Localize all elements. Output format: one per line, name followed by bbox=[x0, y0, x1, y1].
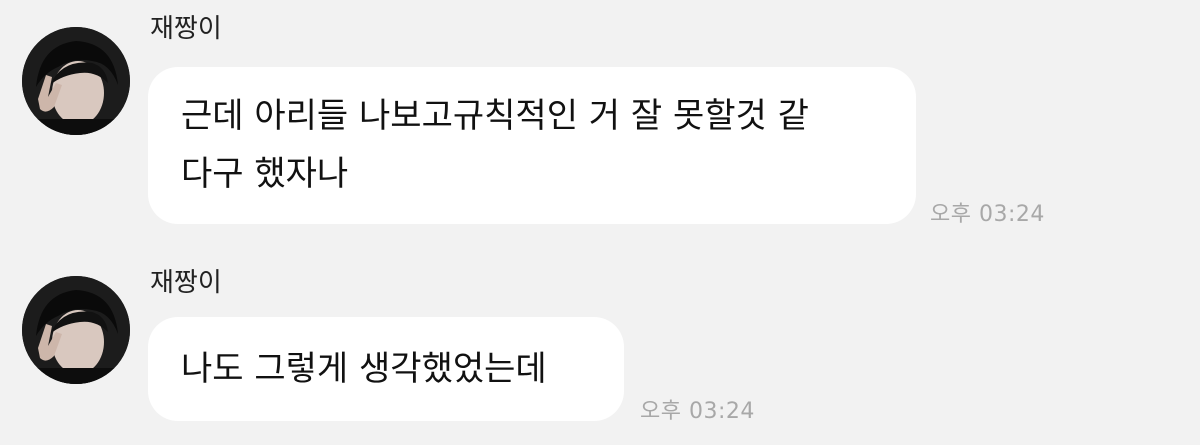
message-group: 재짱이 나도 그렇게 생각했었는데 오후 03:24 bbox=[0, 260, 1200, 445]
message-bubble[interactable]: 나도 그렇게 생각했었는데 bbox=[148, 317, 624, 421]
sender-name: 재짱이 bbox=[150, 14, 222, 44]
message-text-line: 나도 그렇게 생각했었는데 bbox=[181, 349, 547, 389]
message-text-line: 근데 아리들 나보고규칙적인 거 잘 못할것 같 bbox=[181, 96, 809, 136]
message-group: 재짱이 근데 아리들 나보고규칙적인 거 잘 못할것 같 다구 했자나 오후 0… bbox=[0, 0, 1200, 240]
profile-photo-icon bbox=[22, 27, 130, 135]
avatar[interactable] bbox=[22, 276, 130, 384]
message-timestamp: 오후 03:24 bbox=[930, 202, 1045, 227]
message-text-line: 다구 했자나 bbox=[181, 154, 349, 194]
profile-photo-icon bbox=[22, 276, 130, 384]
message-bubble[interactable]: 근데 아리들 나보고규칙적인 거 잘 못할것 같 다구 했자나 bbox=[148, 67, 916, 224]
avatar[interactable] bbox=[22, 27, 130, 135]
message-timestamp: 오후 03:24 bbox=[640, 399, 755, 424]
sender-name: 재짱이 bbox=[150, 268, 222, 298]
